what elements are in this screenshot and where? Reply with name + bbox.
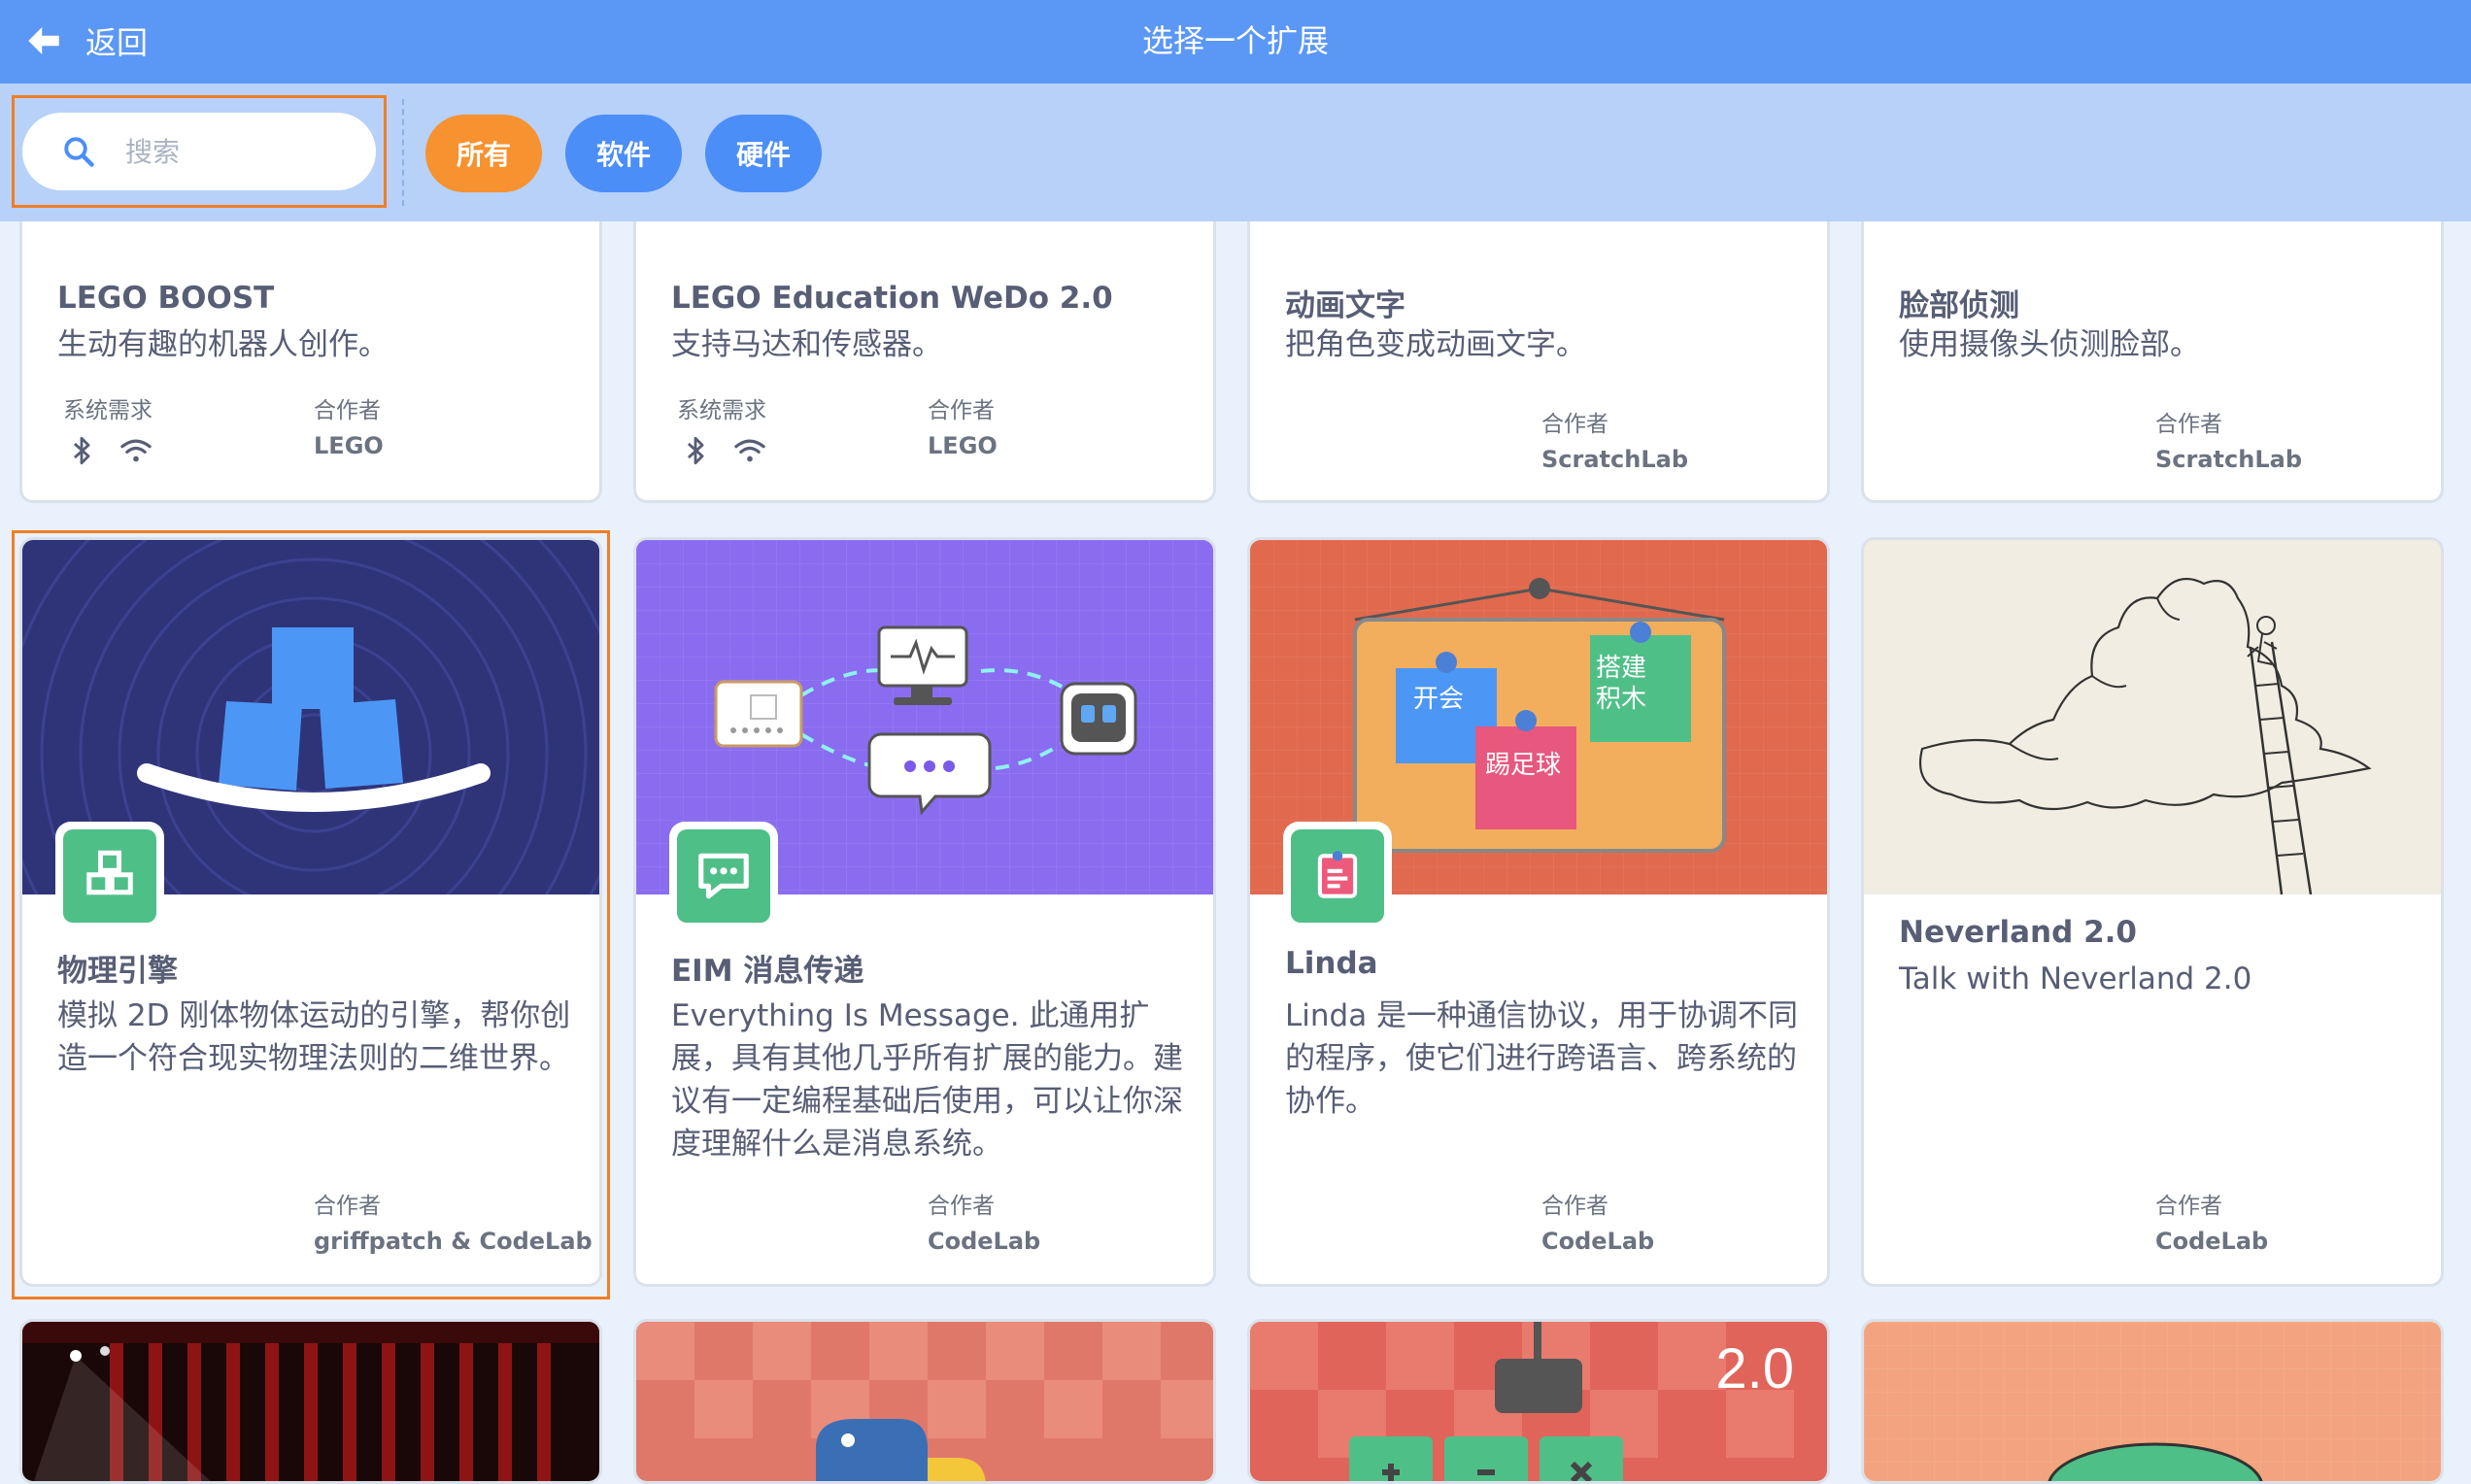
extension-icon: [55, 822, 164, 930]
collaborator-label: 合作者: [928, 1194, 995, 1219]
requirements-label: 系统需求: [677, 398, 766, 423]
blocks-icon: [86, 850, 133, 895]
card-description: 支持马达和传感器。: [671, 327, 942, 362]
extension-card-face-detection[interactable]: 脸部侦测 使用摄像头侦测脸部。 合作者 ScratchLab: [1861, 185, 2444, 503]
top-bar: 返回 选择一个扩展: [0, 0, 2471, 84]
collaborator-label: 合作者: [1541, 412, 1608, 437]
card-description: 使用摄像头侦测脸部。: [1899, 327, 2200, 362]
extension-card-neverland[interactable]: Neverland 2.0 Talk with Neverland 2.0 合作…: [1861, 537, 2444, 1287]
requirements-icons: [679, 434, 788, 467]
note-soccer: 踢足球: [1485, 751, 1561, 780]
filter-hardware-button[interactable]: 硬件: [705, 115, 822, 192]
card-description: 模拟 2D 刚体物体运动的引擎，帮你创造一个符合现实物理法则的二维世界。: [57, 998, 571, 1076]
extension-card-stage[interactable]: [19, 1319, 602, 1484]
card-description: Talk with Neverland 2.0: [1899, 961, 2252, 996]
card-title: 动画文字: [1285, 288, 1405, 323]
card-description: Everything Is Message. 此通用扩展，具有其他几乎所有扩展的…: [671, 998, 1183, 1162]
bluetooth-icon: [73, 436, 90, 465]
peach-banner: [1864, 1322, 2441, 1481]
card-title: 物理引擎: [57, 954, 178, 989]
extension-icon: [1283, 822, 1392, 930]
card-title: Neverland 2.0: [1899, 915, 2138, 950]
version-badge: 2.0: [1715, 1337, 1794, 1400]
extension-card-eim[interactable]: EIM 消息传递 Everything Is Message. 此通用扩展，具有…: [633, 537, 1216, 1287]
card-banner: [1864, 540, 2441, 895]
neverland-banner-illustration: [1918, 577, 2372, 895]
card-description: 生动有趣的机器人创作。: [57, 327, 389, 362]
collaborator-label: 合作者: [314, 1194, 381, 1219]
card-title: Linda: [1285, 946, 1378, 981]
bluetooth-icon: [687, 436, 704, 465]
extension-card-lego-wedo[interactable]: LEGO Education WeDo 2.0 支持马达和传感器。 系统需求 合…: [633, 185, 1216, 503]
search-highlight: [12, 95, 387, 208]
collaborator-name: ScratchLab: [1541, 446, 1688, 473]
collaborator-label: 合作者: [2155, 1194, 2222, 1219]
filter-all-button[interactable]: 所有: [425, 115, 542, 192]
search-box[interactable]: [22, 113, 376, 190]
card-description: 把角色变成动画文字。: [1285, 327, 1586, 362]
extension-card-keypad[interactable]: 2.0: [1247, 1319, 1830, 1484]
wifi-icon: [734, 439, 765, 462]
python-banner: [636, 1322, 1213, 1481]
requirements-icons: [65, 434, 174, 467]
collaborator-label: 合作者: [928, 398, 995, 423]
requirements-label: 系统需求: [63, 398, 152, 423]
card-title: LEGO Education WeDo 2.0: [671, 281, 1113, 316]
extension-card-animated-text[interactable]: 动画文字 把角色变成动画文字。 合作者 ScratchLab: [1247, 185, 1830, 503]
filter-bar: 所有 软件 硬件: [0, 84, 2471, 221]
filter-software-button[interactable]: 软件: [565, 115, 682, 192]
sticky-note-icon: [1317, 851, 1358, 898]
note-building-blocks-text-line2: 积木: [1596, 685, 1646, 714]
card-title: EIM 消息传递: [671, 954, 864, 989]
extension-card-python[interactable]: [633, 1319, 1216, 1484]
collaborator-label: 合作者: [314, 398, 381, 423]
search-input[interactable]: [123, 134, 356, 169]
keypad-banner: 2.0: [1250, 1322, 1827, 1481]
extension-card-physics-engine[interactable]: 物理引擎 模拟 2D 刚体物体运动的引擎，帮你创造一个符合现实物理法则的二维世界…: [19, 537, 602, 1287]
card-title: 脸部侦测: [1899, 288, 2019, 323]
collaborator-name: CodeLab: [2155, 1228, 2269, 1255]
collaborator-name: griffpatch & CodeLab: [314, 1228, 592, 1255]
collaborator-name: LEGO: [928, 432, 998, 459]
collaborator-label: 合作者: [2155, 412, 2222, 437]
chat-icon: [698, 853, 749, 899]
card-title: LEGO BOOST: [57, 281, 275, 316]
collaborator-name: ScratchLab: [2155, 446, 2302, 473]
collaborator-name: CodeLab: [1541, 1228, 1655, 1255]
extension-card-lego-boost[interactable]: LEGO BOOST 生动有趣的机器人创作。 系统需求 合作者 LEGO: [19, 185, 602, 503]
collaborator-name: CodeLab: [928, 1228, 1041, 1255]
page-title: 选择一个扩展: [1141, 22, 1329, 59]
card-description: Linda 是一种通信协议，用于协调不同的程序，使它们进行跨语言、跨系统的协作。: [1285, 998, 1799, 1119]
filter-divider: [402, 99, 404, 206]
extension-icon: [669, 822, 778, 930]
search-icon: [64, 137, 94, 167]
collaborator-name: LEGO: [314, 432, 384, 459]
note-meeting: 开会: [1413, 685, 1464, 714]
stage-curtain-banner: [22, 1322, 599, 1481]
collaborator-label: 合作者: [1541, 1194, 1608, 1219]
note-building-blocks-text: 搭建: [1596, 654, 1646, 683]
wifi-icon: [120, 439, 152, 462]
extension-card-linda[interactable]: 开会 搭建 积木 踢足球 Linda Linda 是一种通信协议，用于协调不同的…: [1247, 537, 1830, 1287]
extension-card-peach[interactable]: [1861, 1319, 2444, 1484]
